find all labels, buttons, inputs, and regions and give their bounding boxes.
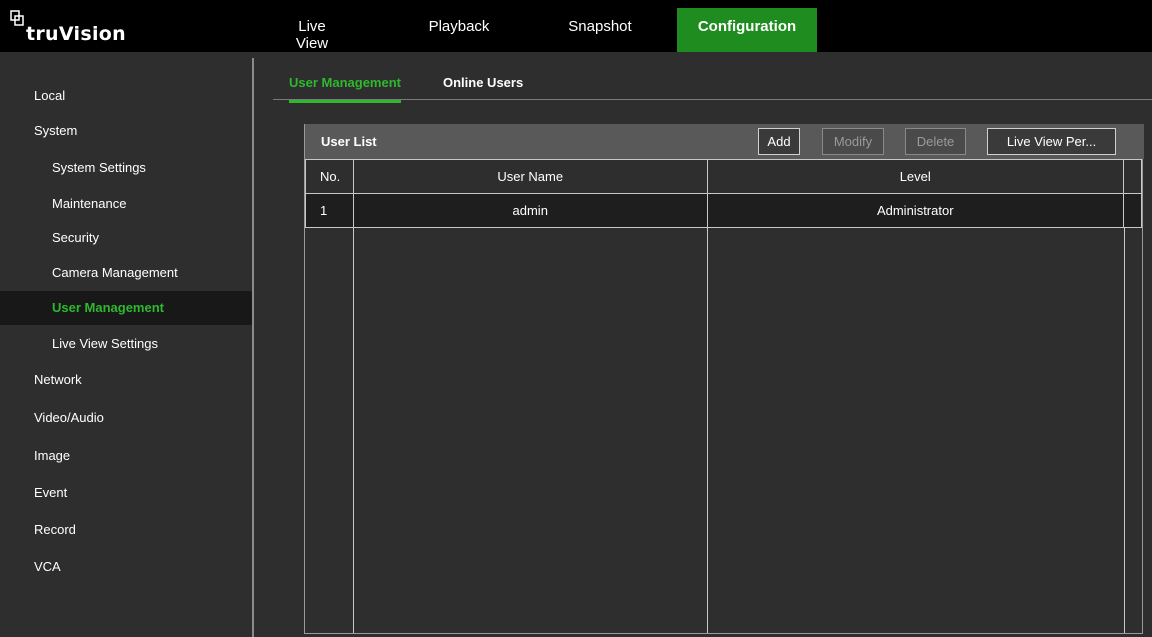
user-list-panel: User List Add Modify Delete Live View Pe… xyxy=(304,124,1144,634)
tab-configuration[interactable]: Configuration xyxy=(677,8,817,52)
sidebar-item-maintenance[interactable]: Maintenance xyxy=(0,187,252,221)
column-divider xyxy=(707,228,708,633)
logo: truVision xyxy=(10,10,126,44)
table-row[interactable]: 1 admin Administrator xyxy=(305,193,1142,228)
user-list-title: User List xyxy=(321,134,377,149)
column-header-spacer xyxy=(1123,159,1142,194)
cell-no: 1 xyxy=(305,193,354,228)
sidebar-item-vca[interactable]: VCA xyxy=(0,550,252,584)
sidebar-item-security[interactable]: Security xyxy=(0,221,252,255)
sidebar-item-event[interactable]: Event xyxy=(0,476,252,510)
modify-button[interactable]: Modify xyxy=(822,128,884,155)
subtab-online-users[interactable]: Online Users xyxy=(443,75,523,99)
column-header-no: No. xyxy=(305,159,354,194)
sidebar-item-image[interactable]: Image xyxy=(0,439,252,473)
sidebar-item-camera-management[interactable]: Camera Management xyxy=(0,256,252,290)
sidebar-item-live-view-settings[interactable]: Live View Settings xyxy=(0,327,252,361)
add-button[interactable]: Add xyxy=(758,128,800,155)
logo-icon xyxy=(10,10,26,30)
sidebar-divider xyxy=(252,58,254,637)
column-header-user-name: User Name xyxy=(352,159,708,194)
sidebar-item-video-audio[interactable]: Video/Audio xyxy=(0,401,252,435)
tab-live-view[interactable]: Live View xyxy=(282,8,342,52)
sidebar-item-network[interactable]: Network xyxy=(0,363,252,397)
top-bar: truVision Live View Playback Snapshot Co… xyxy=(0,0,1152,52)
sidebar-item-user-management[interactable]: User Management xyxy=(0,291,252,325)
table-header-row: No. User Name Level xyxy=(305,159,1142,194)
cell-level: Administrator xyxy=(706,193,1124,228)
delete-button[interactable]: Delete xyxy=(905,128,966,155)
sidebar-item-record[interactable]: Record xyxy=(0,513,252,547)
tab-playback[interactable]: Playback xyxy=(428,8,490,52)
user-table: No. User Name Level 1 admin Administrato… xyxy=(305,159,1142,228)
cell-spacer xyxy=(1123,193,1142,228)
subtab-user-management[interactable]: User Management xyxy=(289,75,401,103)
cell-user-name: admin xyxy=(352,193,708,228)
column-divider xyxy=(353,228,354,633)
column-divider xyxy=(1124,228,1125,633)
tab-snapshot[interactable]: Snapshot xyxy=(566,8,634,52)
live-view-permission-button[interactable]: Live View Per... xyxy=(987,128,1116,155)
sidebar-item-local[interactable]: Local xyxy=(0,79,252,113)
logo-text: truVision xyxy=(26,23,126,45)
sub-tabs: User Management Online Users xyxy=(273,70,1152,103)
sidebar-item-system-settings[interactable]: System Settings xyxy=(0,151,252,185)
sidebar-item-system[interactable]: System xyxy=(0,114,252,148)
user-list-header: User List Add Modify Delete Live View Pe… xyxy=(305,124,1144,159)
column-header-level: Level xyxy=(706,159,1124,194)
